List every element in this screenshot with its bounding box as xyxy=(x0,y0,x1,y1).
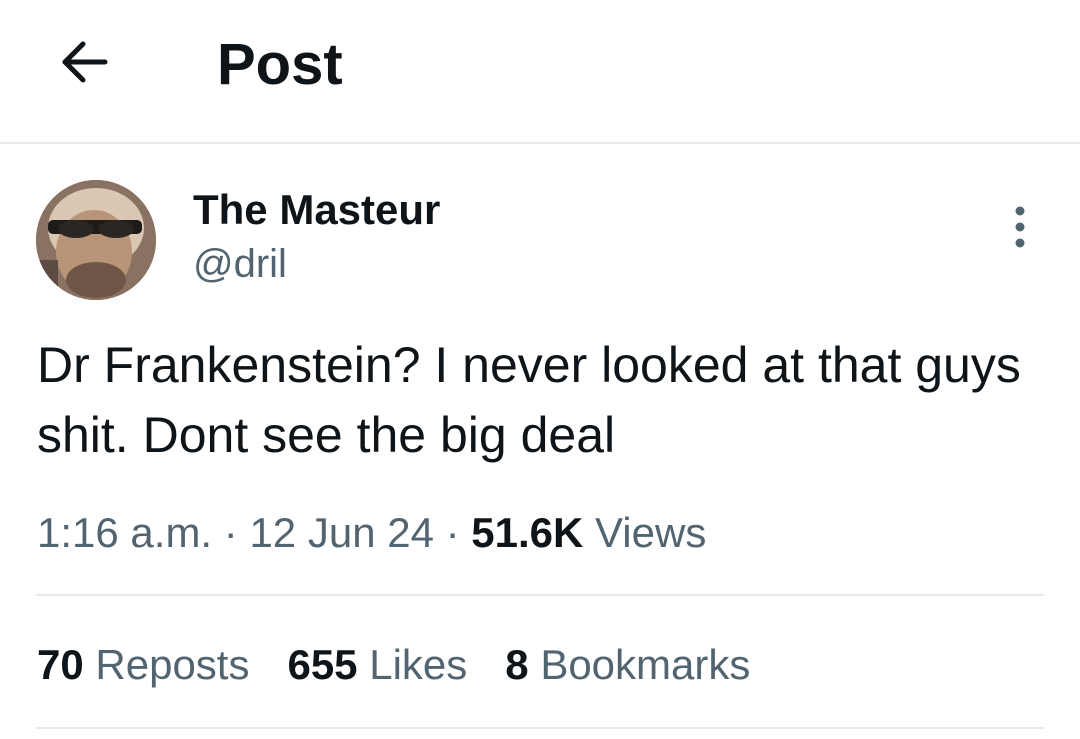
meta-separator: · xyxy=(223,509,238,556)
reposts-count: 70 xyxy=(37,641,84,688)
more-vertical-icon xyxy=(1015,206,1025,248)
arrow-left-icon xyxy=(62,41,108,83)
top-bar: Post xyxy=(0,0,1080,144)
engagement-stats: 70 Reposts 655 Likes 8 Bookmarks xyxy=(37,637,788,693)
avatar[interactable] xyxy=(36,180,156,300)
likes-count: 655 xyxy=(287,641,358,688)
reposts-label: Reposts xyxy=(95,641,250,688)
likes-label: Likes xyxy=(369,641,468,688)
post-metadata: 1:16 a.m. · 12 Jun 24 · 51.6K Views xyxy=(37,505,706,561)
back-button[interactable] xyxy=(52,30,116,94)
author-handle[interactable]: @dril xyxy=(193,240,287,288)
page-title: Post xyxy=(217,32,343,97)
views-count: 51.6K xyxy=(471,509,584,556)
post-date[interactable]: 12 Jun 24 xyxy=(249,509,434,556)
divider xyxy=(36,727,1044,729)
post-time[interactable]: 1:16 a.m. xyxy=(37,509,212,556)
avatar-photo xyxy=(36,180,156,300)
meta-separator: · xyxy=(445,509,460,556)
likes-stat[interactable]: 655 Likes xyxy=(287,637,467,693)
bookmarks-stat[interactable]: 8 Bookmarks xyxy=(505,637,750,693)
bookmarks-label: Bookmarks xyxy=(540,641,751,688)
divider xyxy=(36,594,1044,596)
post-text: Dr Frankenstein? I never looked at that … xyxy=(37,337,1021,463)
reposts-stat[interactable]: 70 Reposts xyxy=(37,637,249,693)
more-options-button[interactable] xyxy=(1000,205,1040,249)
bookmarks-count: 8 xyxy=(505,641,529,688)
author-name[interactable]: The Masteur xyxy=(193,186,440,234)
views-label: Views xyxy=(595,509,707,556)
